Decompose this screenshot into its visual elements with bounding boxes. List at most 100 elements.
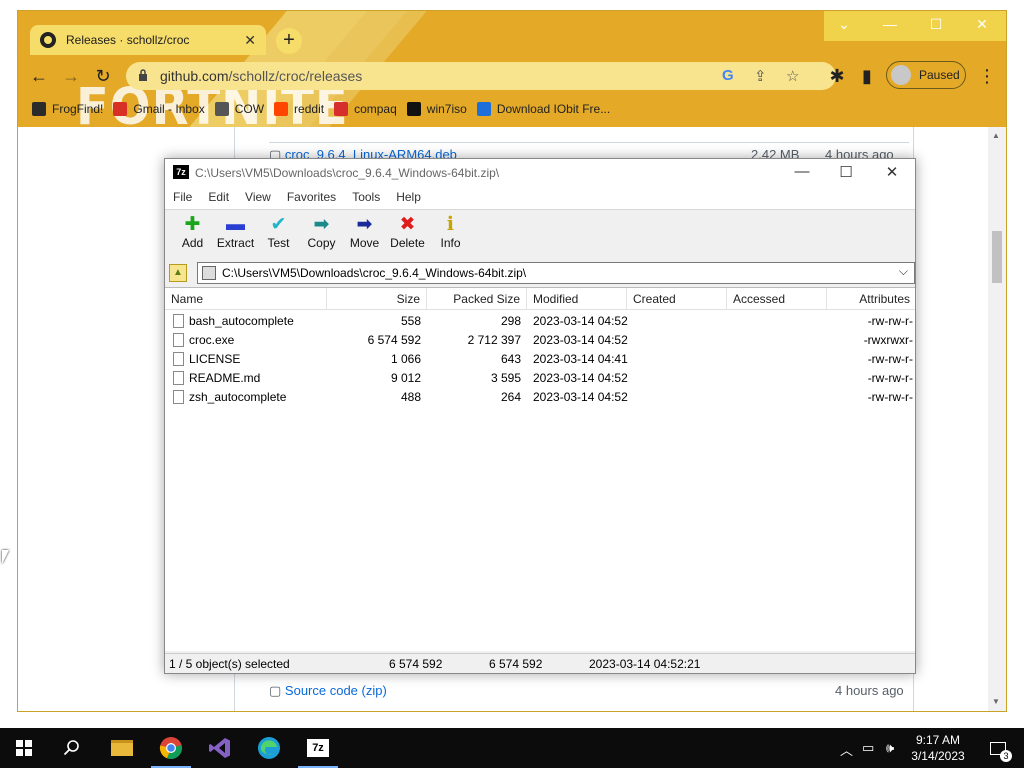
chrome-button[interactable] [147,728,195,768]
close-button[interactable]: ✕ [869,163,915,181]
bookmark-item[interactable]: Gmail - Inbox [113,99,205,119]
scroll-up-icon[interactable]: ▲ [992,131,1000,140]
minimize-button[interactable]: — [870,16,910,32]
edge-button[interactable] [245,728,293,768]
tool-test-button[interactable]: ✔ Test [257,210,300,259]
browser-frame: FORTNITE Releases · schollz/croc ✕ + ⌄ —… [18,11,1006,127]
column-header-size[interactable]: Size [327,288,427,310]
close-window-button[interactable]: ✕ [962,16,1002,33]
tool-add-button[interactable]: ✚ Add [171,210,214,259]
file-attr: -rw-rw-r- [867,314,913,328]
google-lens-icon[interactable]: G [722,67,734,84]
menu-item-file[interactable]: File [173,187,200,209]
network-icon[interactable]: ▭ [862,740,874,756]
extensions-icon[interactable]: ✱ [824,63,850,89]
tool-copy-button[interactable]: ➡ Copy [300,210,343,259]
maximize-button[interactable]: ☐ [823,163,869,181]
search-button[interactable] [48,728,96,768]
edge-icon [258,737,280,759]
file-row[interactable]: bash_autocomplete 558 298 2023-03-14 04:52 -… [165,312,915,331]
bookmark-item[interactable]: Download IObit Fre... [476,99,610,119]
notification-count: 3 [1000,750,1012,762]
file-icon [173,352,184,366]
side-panel-icon[interactable]: ▮ [854,63,880,89]
profile-button[interactable]: Paused [886,61,966,89]
sevenzip-titlebar[interactable]: 7z C:\Users\VM5\Downloads\croc_9.6.4_Win… [165,159,915,187]
sevenzip-window: 7z C:\Users\VM5\Downloads\croc_9.6.4_Win… [164,158,917,768]
tab-search-icon[interactable]: ⌄ [824,16,864,33]
file-list: Name Size Packed Size Modified Created Access… [165,287,917,768]
page-scrollbar[interactable]: ▲ ▼ [988,127,1006,711]
file-row[interactable]: README.md 9 012 3 595 2023-03-14 04:52 -rw-r… [165,369,915,388]
path-value[interactable]: C:\Users\VM5\Downloads\croc_9.6.4_Window… [222,266,526,280]
share-icon[interactable]: ⇪ [754,67,767,85]
menu-item-tools[interactable]: Tools [352,187,388,209]
x-icon: ✖ [399,214,416,235]
scroll-down-icon[interactable]: ▼ [992,697,1000,706]
scrollbar-thumb[interactable] [992,231,1002,283]
bookmark-item[interactable]: FrogFind! [32,99,103,119]
bookmark-favicon-icon [274,102,289,116]
visual-studio-button[interactable] [196,728,244,768]
column-header-created[interactable]: Created [627,288,727,310]
bookmark-item[interactable]: win7iso [406,99,467,119]
file-row[interactable]: LICENSE 1 066 643 2023-03-14 04:41 -rw-rw-r- [165,350,915,369]
clock-time: 9:17 AM [915,733,961,747]
tool-delete-button[interactable]: ✖ Delete [386,210,429,259]
new-tab-button[interactable]: + [276,28,302,54]
windows-logo-icon [16,740,32,756]
bookmark-star-icon[interactable]: ☆ [786,67,799,85]
chevron-down-icon[interactable]: ⌵ [899,264,908,279]
path-combobox[interactable]: C:\Users\VM5\Downloads\croc_9.6.4_Window… [197,262,915,284]
tab-releases[interactable]: Releases · schollz/croc ✕ [30,25,266,55]
address-bar[interactable]: github.com/schollz/croc/releases G ⇪ ☆ [126,62,836,90]
menu-item-favorites[interactable]: Favorites [287,187,344,209]
lock-icon[interactable] [138,68,148,82]
column-header-attributes[interactable]: Attributes [827,288,917,310]
column-header-accessed[interactable]: Accessed [727,288,827,310]
folder-up-icon[interactable]: ▲ [169,264,187,282]
file-attr: -rw-rw-r- [867,390,913,404]
file-row[interactable]: zsh_autocomplete 488 264 2023-03-14 04:52 -r… [165,388,915,407]
bookmark-item[interactable]: reddit [274,99,324,119]
bookmark-label: Gmail - Inbox [133,102,205,116]
menu-item-view[interactable]: View [245,187,279,209]
source-code-link[interactable]: Source code [285,683,358,698]
file-packed: 264 [500,390,521,404]
volume-icon[interactable]: 🕪 [886,740,894,756]
minimize-button[interactable]: — [779,163,825,180]
file-name: zsh_autocomplete [189,390,287,404]
bookmark-item[interactable]: COW [214,99,265,119]
file-explorer-button[interactable] [98,728,146,768]
back-button[interactable]: ← [26,63,52,89]
close-tab-icon[interactable]: ✕ [244,32,256,49]
zip-archive-icon [202,266,216,280]
tool-info-button[interactable]: ℹ Info [429,210,472,259]
file-row[interactable]: croc.exe 6 574 592 2 712 397 2023-03-14 04:… [165,331,915,350]
chevron-up-icon[interactable]: ︿ [840,740,853,759]
menu-icon[interactable]: ⋮ [974,63,1000,89]
forward-button[interactable]: → [58,63,84,89]
system-clock[interactable]: 9:17 AM 3/14/2023 [906,732,970,764]
menu-item-help[interactable]: Help [396,187,429,209]
tool-extract-button[interactable]: ▬ Extract [214,210,257,259]
taskbar: 7z ︿ ▭ 🕪 9:17 AM 3/14/2023 3 [0,728,1024,768]
url-text[interactable]: github.com/schollz/croc/releases [160,68,362,84]
status-size: 6 574 592 [389,657,443,671]
address-bar: ▲ C:\Users\VM5\Downloads\croc_9.6.4_Wind… [165,260,915,286]
sevenzip-app-icon: 7z [173,165,189,179]
column-header-packed-size[interactable]: Packed Size [427,288,527,310]
tool-move-button[interactable]: ➡ Move [343,210,386,259]
menu-item-edit[interactable]: Edit [208,187,237,209]
bookmark-label: COW [234,102,265,116]
avatar [891,65,911,85]
maximize-button[interactable]: ☐ [916,16,956,33]
start-button[interactable] [0,728,48,768]
reload-button[interactable]: ↻ [90,63,116,89]
notifications-button[interactable]: 3 [978,728,1018,768]
bookmark-item[interactable]: compaq [334,99,397,119]
column-header-modified[interactable]: Modified [527,288,627,310]
column-header-name[interactable]: Name [165,288,327,310]
sevenzip-taskbar-button[interactable]: 7z [294,728,342,768]
bookmark-favicon-icon [406,102,421,116]
